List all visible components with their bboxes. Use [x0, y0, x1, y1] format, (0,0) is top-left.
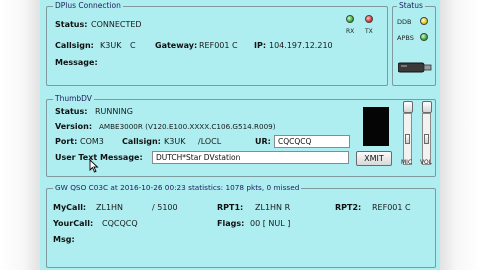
dplus-callsign-label: Callsign: [55, 41, 94, 50]
usb-stick-icon [398, 62, 432, 73]
dplus-callsign-value: K3UK [100, 41, 122, 50]
gateway-value: REF001 C [199, 41, 238, 50]
dplus-message-label: Message: [55, 58, 98, 67]
right-margin [440, 0, 480, 270]
app-window: DPlus Connection Status: CONNECTED RX TX… [40, 0, 440, 270]
rpt1-value: ZL1HN R [255, 203, 291, 212]
mouse-cursor-icon [89, 159, 99, 173]
ip-label: IP: [254, 41, 267, 50]
status-legend: Status [397, 1, 425, 11]
thumbdv-callsign-label: Callsign: [122, 137, 161, 146]
port-label: Port: [55, 137, 78, 146]
rx-led-icon [346, 15, 354, 23]
dplus-legend: DPlus Connection [53, 1, 123, 11]
apbs-label: APBS [397, 34, 414, 42]
tx-led-icon [365, 15, 373, 23]
flags-label: Flags: [217, 219, 245, 228]
ddb-label: DDB [397, 18, 412, 26]
gw-qso-legend: GW QSO C03C at 2016-10-26 00:23 statisti… [53, 183, 302, 193]
flags-value: 00 [ NUL ] [250, 219, 291, 228]
mic-slider[interactable] [403, 113, 412, 165]
ip-value: 104.197.12.210 [269, 41, 333, 50]
apbs-led-icon [420, 33, 428, 41]
thumbdv-status-value: RUNNING [95, 107, 133, 116]
version-value: AMBE3000R (V120.E100.XXXX.C106.G514.R009… [99, 122, 276, 131]
mycall-label: MyCall: [53, 203, 87, 212]
version-label: Version: [55, 122, 93, 131]
yourcall-label: YourCall: [53, 219, 94, 228]
rpt2-value: REF001 C [372, 203, 411, 212]
mycall-value: ZL1HN [96, 203, 124, 212]
left-margin [0, 0, 40, 270]
ur-input[interactable]: CQCQCQ [274, 135, 350, 148]
mic-label: MIC [401, 159, 413, 166]
xmit-button[interactable]: XMIT [356, 151, 392, 166]
thumbdv-legend: ThumbDV [53, 94, 94, 104]
thumbdv-callsign-suffix: /LOCL [198, 137, 222, 146]
display-panel [363, 107, 389, 146]
mic-slider-thumb[interactable] [405, 134, 410, 144]
ur-label: UR: [255, 137, 271, 146]
dplus-callsign-suffix: C [130, 41, 136, 50]
rpt1-label: RPT1: [217, 203, 244, 212]
mycall-suffix: / 5100 [152, 203, 178, 212]
thumbdv-callsign-value: K3UK [164, 137, 186, 146]
vol-slider[interactable] [422, 113, 431, 165]
port-value: COM3 [80, 137, 104, 146]
rx-label: RX [346, 28, 355, 35]
mic-top-button[interactable] [403, 101, 413, 113]
thumbdv-status-label: Status: [55, 107, 88, 116]
user-text-input[interactable]: DUTCH*Star DVstation [152, 151, 349, 164]
yourcall-value: CQCQCQ [102, 219, 138, 228]
msg-label: Msg: [53, 235, 75, 244]
dplus-status-value: CONNECTED [91, 20, 142, 29]
vol-top-button[interactable] [422, 101, 432, 113]
vol-slider-thumb[interactable] [424, 134, 429, 144]
ddb-led-icon [420, 17, 428, 25]
dplus-status-label: Status: [55, 20, 88, 29]
vol-label: VOL [420, 159, 433, 166]
tx-label: TX [365, 28, 373, 35]
gateway-label: Gateway: [155, 41, 198, 50]
rpt2-label: RPT2: [335, 203, 362, 212]
